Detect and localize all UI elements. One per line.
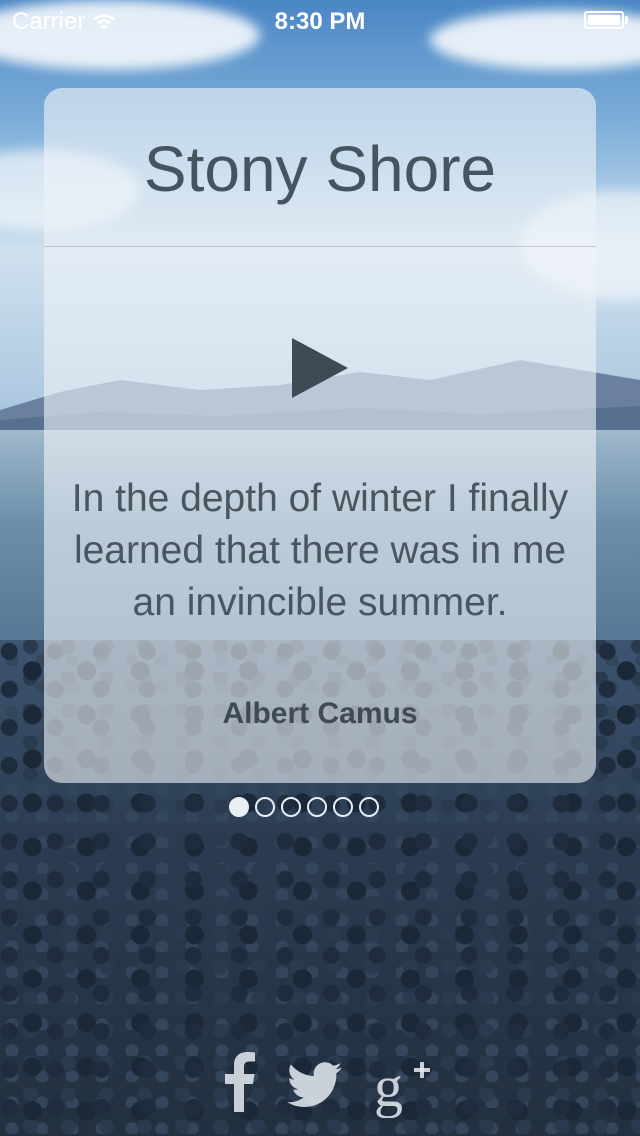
google-plus-icon[interactable]: g — [374, 1056, 432, 1118]
battery-tip — [625, 16, 628, 24]
battery-body — [584, 11, 624, 29]
social-share-bar: g — [0, 1050, 640, 1120]
battery-fill — [588, 15, 620, 25]
page-dot-6[interactable] — [359, 797, 379, 817]
clock: 8:30 PM — [274, 8, 366, 35]
page-dot-4[interactable] — [307, 797, 327, 817]
quote-author: Albert Camus — [222, 697, 418, 730]
quote-text: In the depth of winter I finally learned… — [71, 477, 569, 624]
card-divider — [44, 246, 596, 247]
page-dot-3[interactable] — [281, 797, 301, 817]
battery-icon — [584, 10, 628, 30]
svg-text:g: g — [374, 1056, 403, 1118]
page-indicator[interactable] — [229, 797, 379, 817]
facebook-icon[interactable] — [222, 1050, 256, 1112]
page-dot-2[interactable] — [255, 797, 275, 817]
play-icon[interactable] — [290, 336, 350, 400]
page-dot-5[interactable] — [333, 797, 353, 817]
card-title: Stony Shore — [143, 133, 497, 205]
twitter-icon[interactable] — [287, 1062, 343, 1108]
quote-card: Stony Shore In the depth of winter I fin… — [44, 88, 596, 783]
status-bar: Carrier 8:30 PM — [0, 0, 640, 40]
page-dot-1[interactable] — [229, 797, 249, 817]
